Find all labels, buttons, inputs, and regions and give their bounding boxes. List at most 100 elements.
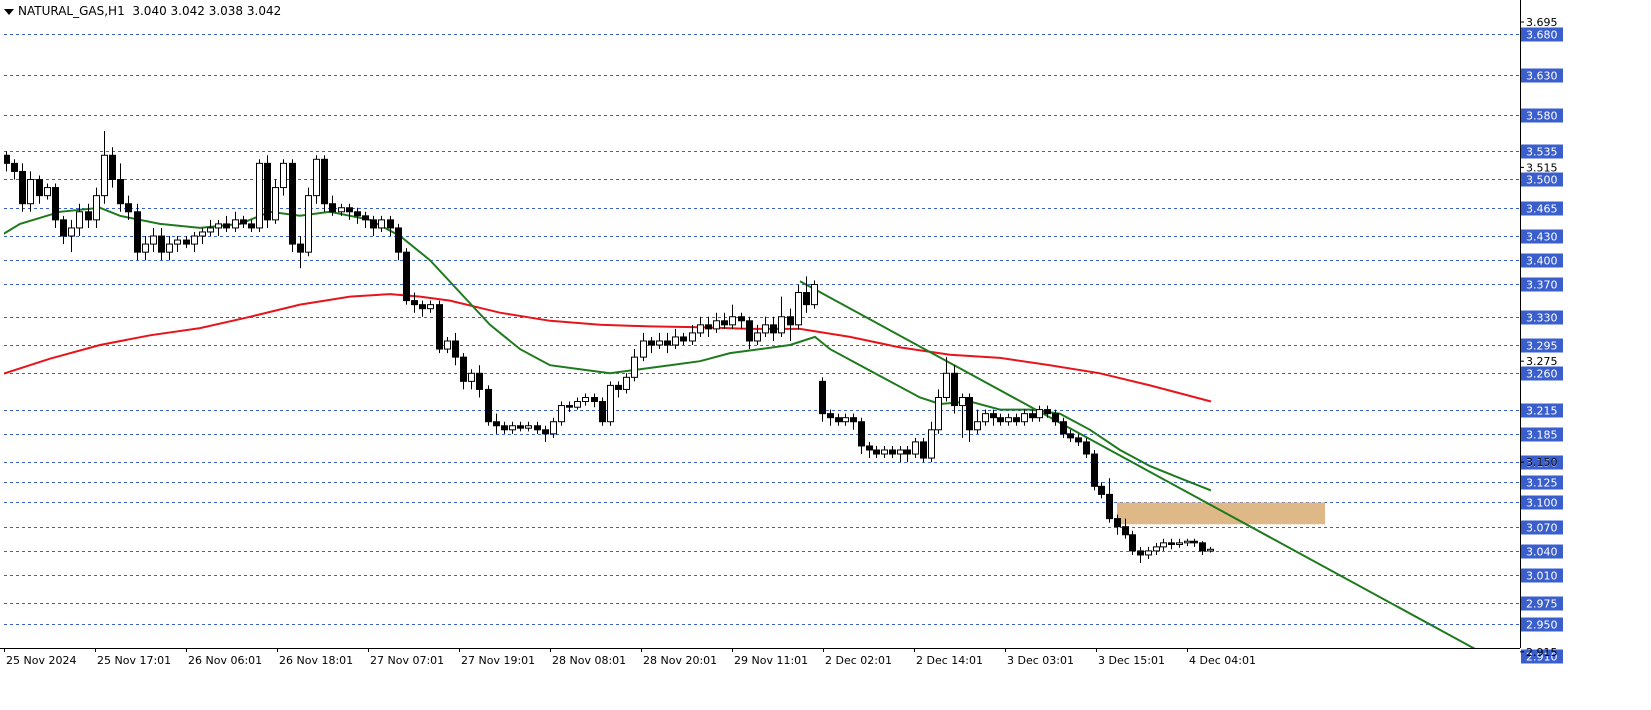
candle-body <box>574 401 581 408</box>
candle-body <box>305 195 312 253</box>
candle-body <box>436 304 443 350</box>
level-label: 3.370 <box>1526 279 1558 292</box>
candle-body <box>591 397 598 403</box>
candle-body <box>125 203 132 213</box>
candle-body <box>1098 485 1105 495</box>
candle-body <box>207 227 214 233</box>
time-label: 27 Nov 07:01 <box>370 654 444 667</box>
level-label: 3.630 <box>1526 70 1558 83</box>
candle-body <box>966 397 973 431</box>
candle-body <box>1060 421 1067 435</box>
candle-body <box>819 380 826 415</box>
candle-body <box>109 154 116 180</box>
candle-body <box>648 340 655 346</box>
candle-body <box>827 413 834 419</box>
candle-body <box>191 235 198 245</box>
time-label: 2 Dec 14:01 <box>916 654 983 667</box>
candle-body <box>501 425 508 431</box>
level-label: 3.400 <box>1526 255 1558 268</box>
candle-body <box>542 429 549 435</box>
candle-body <box>721 320 728 326</box>
candle-body <box>199 231 206 237</box>
candle-body <box>974 421 981 431</box>
candle-body <box>850 417 857 423</box>
dropdown-triangle-icon[interactable] <box>4 8 14 15</box>
time-label: 25 Nov 2024 <box>6 654 76 667</box>
time-label: 25 Nov 17:01 <box>97 654 171 667</box>
candle-body <box>920 441 927 459</box>
candle-body <box>680 336 687 342</box>
candle-body <box>272 187 279 221</box>
candle-body <box>762 324 769 334</box>
level-label: 3.010 <box>1526 570 1558 583</box>
candle-body <box>27 178 34 205</box>
candle-body <box>672 336 679 346</box>
candle-body <box>85 211 92 221</box>
candle-body <box>1129 534 1136 552</box>
candle-body <box>1168 542 1175 545</box>
level-label: 3.040 <box>1526 546 1558 559</box>
candle-body <box>215 223 222 229</box>
candle-body <box>1091 453 1098 487</box>
candle-body <box>52 187 59 221</box>
candle-body <box>509 425 516 431</box>
level-lines <box>4 34 1520 625</box>
candle-body <box>411 300 418 306</box>
candle-body <box>1005 417 1012 423</box>
candle-body <box>558 405 565 423</box>
candle-body <box>289 162 296 245</box>
candle-body <box>904 449 911 455</box>
candle-body <box>713 320 720 330</box>
candle-body <box>912 441 919 455</box>
candle-body <box>11 162 18 172</box>
level-label: 3.295 <box>1526 340 1558 353</box>
candle-body <box>656 340 663 346</box>
candle-body <box>256 162 263 229</box>
price-tick-label: 2.915 <box>1526 646 1558 659</box>
price-chart[interactable]: 3.680 3.630 3.580 3.535 3.500 3.465 3.430 3.400… <box>0 0 1651 706</box>
level-label: 3.185 <box>1526 429 1558 442</box>
trendline-group <box>799 280 1476 648</box>
candle-body <box>1207 548 1214 552</box>
candle-body <box>842 417 849 423</box>
candle-body <box>427 304 434 310</box>
level-label: 2.950 <box>1526 619 1558 632</box>
candle-body <box>615 384 622 390</box>
candle-body <box>582 397 589 403</box>
candle-body <box>93 195 100 221</box>
moving-averages <box>4 206 1212 492</box>
candle-body <box>959 397 966 407</box>
ohlc-readout: 3.040 3.042 3.038 3.042 <box>132 4 282 18</box>
level-label: 3.465 <box>1526 203 1558 216</box>
time-label: 3 Dec 03:01 <box>1007 654 1074 667</box>
time-axis: 25 Nov 2024 25 Nov 17:01 26 Nov 06:01 26 No… <box>4 648 1256 667</box>
candle-body <box>60 219 67 237</box>
candle-body <box>787 316 794 326</box>
level-label: 3.070 <box>1526 522 1558 535</box>
supply-zone-rect <box>1117 502 1325 525</box>
candle-body <box>321 158 328 205</box>
candle-body <box>493 421 500 427</box>
candle-body <box>873 449 880 455</box>
candle-body <box>183 239 190 245</box>
level-label: 3.330 <box>1526 312 1558 325</box>
candle-body <box>770 324 777 334</box>
trendline <box>799 280 1476 648</box>
chart-area[interactable]: 3.680 3.630 3.580 3.535 3.500 3.465 3.430 3.400… <box>0 0 1651 706</box>
candle-body <box>928 429 935 459</box>
candle-body <box>142 243 149 253</box>
candle-body <box>729 316 736 326</box>
price-axis: 3.680 3.630 3.580 3.535 3.500 3.465 3.430 3.400… <box>1520 16 1563 664</box>
time-label: 28 Nov 20:01 <box>643 654 717 667</box>
candle-body <box>174 239 181 245</box>
candle-body <box>403 251 410 302</box>
candle-body <box>778 316 785 334</box>
candle-body <box>897 449 904 455</box>
candle-body <box>881 449 888 455</box>
candle-body <box>166 243 173 253</box>
candle-body <box>19 170 26 205</box>
candle-body <box>248 223 255 229</box>
level-label: 3.500 <box>1526 174 1558 187</box>
candle-body <box>36 178 43 197</box>
candle-body <box>150 235 157 245</box>
